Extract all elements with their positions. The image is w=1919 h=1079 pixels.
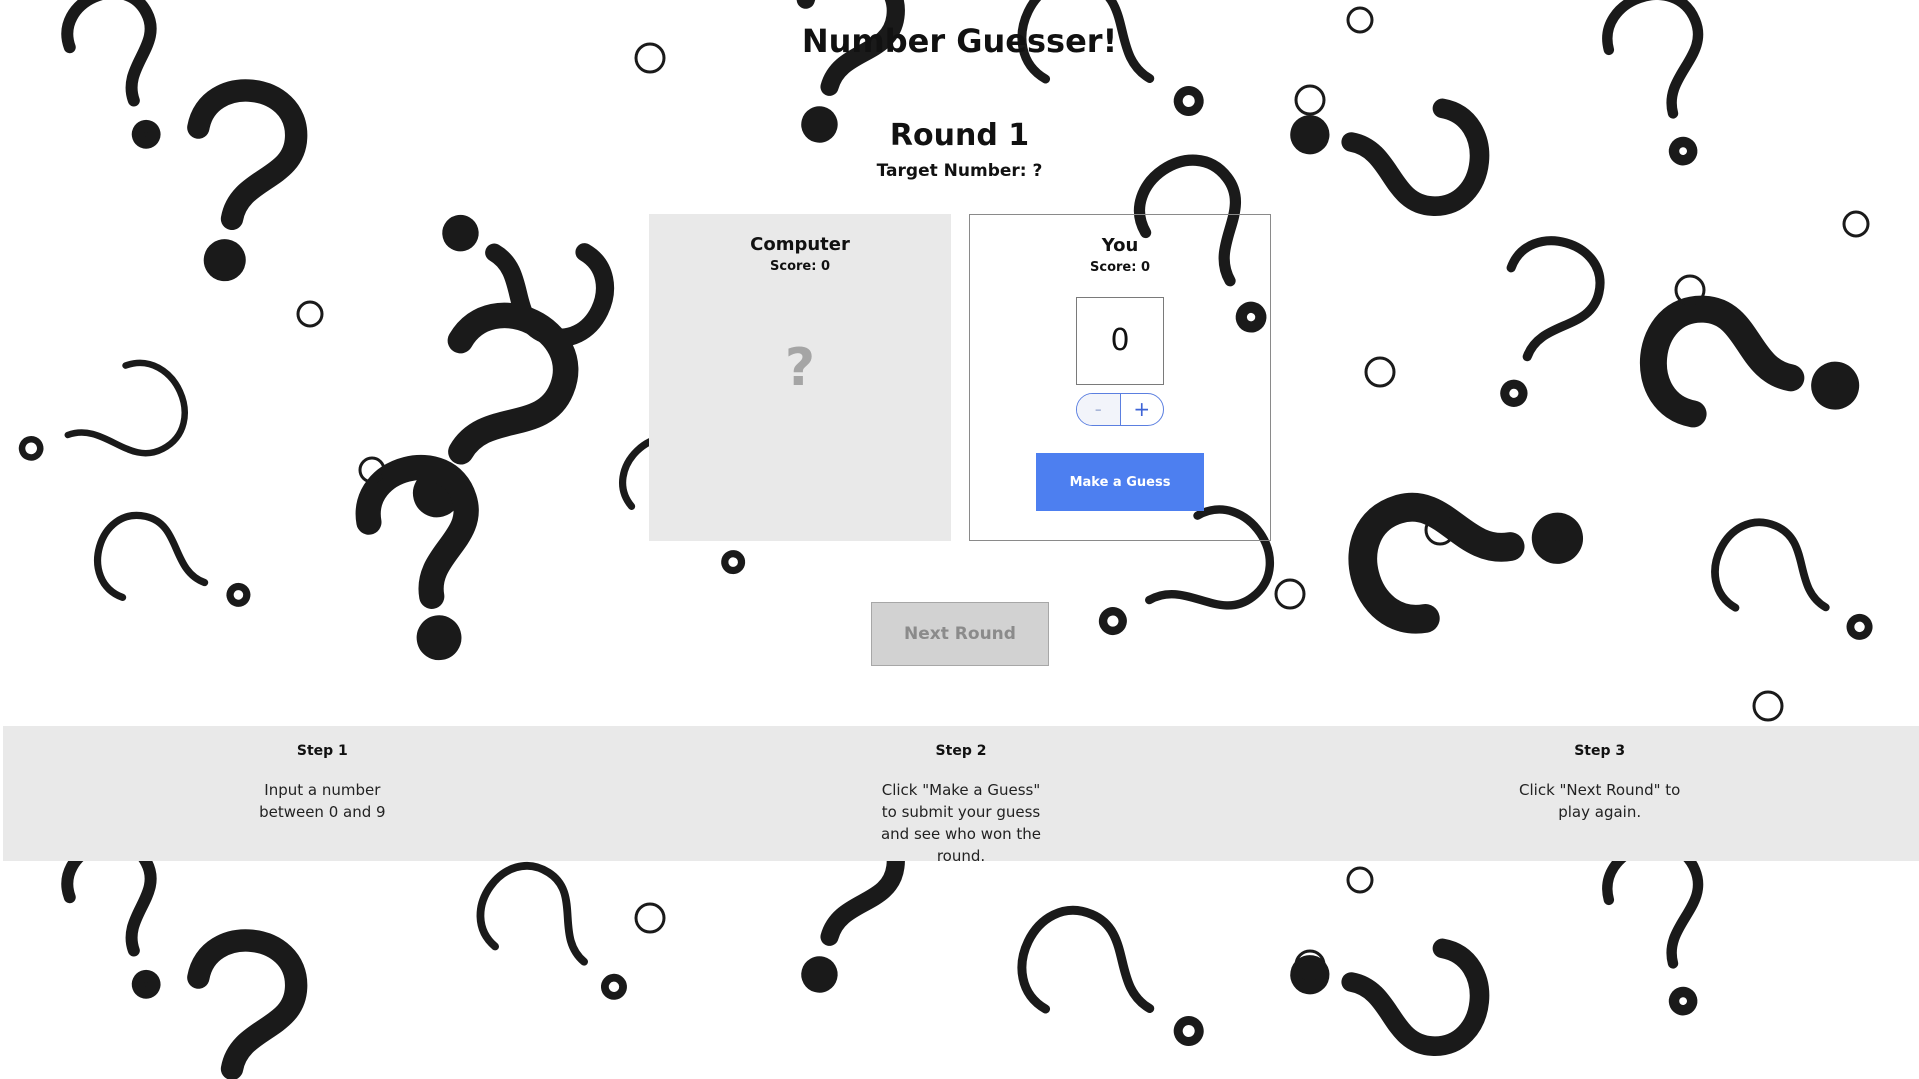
page: Number Guesser! Round 1 Target Number: ?… — [0, 0, 1919, 1079]
player-card: You Score: 0 0 - + Make a Guess — [969, 214, 1271, 541]
computer-score: Score: 0 — [770, 259, 830, 274]
player-name: You — [1101, 235, 1139, 256]
computer-name: Computer — [750, 234, 850, 255]
computer-guess: ? — [784, 338, 816, 398]
step-title: Step 1 — [296, 743, 348, 759]
step-text: Click "Next Round" to play again. — [1519, 781, 1681, 821]
instructions-panel: Step 1 Input a number between 0 and 9 St… — [3, 726, 1919, 865]
step-1: Step 1 Input a number between 0 and 9 — [3, 726, 642, 861]
page-title: Number Guesser! — [801, 22, 1118, 60]
step-2: Step 2 Click "Make a Guess" to submit yo… — [642, 726, 1281, 865]
guess-stepper: - + — [1076, 393, 1164, 426]
target-number: Target Number: ? — [876, 161, 1043, 181]
step-text: Click "Make a Guess" to submit your gues… — [880, 781, 1042, 865]
step-3: Step 3 Click "Next Round" to play again. — [1280, 726, 1919, 861]
step-title: Step 2 — [935, 743, 987, 759]
player-score: Score: 0 — [1090, 260, 1150, 275]
increment-button[interactable]: + — [1121, 394, 1164, 425]
make-guess-button[interactable]: Make a Guess — [1036, 453, 1204, 511]
next-round-button[interactable]: Next Round — [871, 602, 1049, 666]
decrement-button[interactable]: - — [1077, 394, 1121, 425]
round-label: Round 1 — [889, 118, 1030, 153]
step-text: Input a number between 0 and 9 — [259, 781, 386, 821]
guess-input[interactable]: 0 — [1076, 297, 1164, 385]
computer-card: Computer Score: 0 ? — [649, 214, 951, 541]
step-title: Step 3 — [1574, 743, 1626, 759]
